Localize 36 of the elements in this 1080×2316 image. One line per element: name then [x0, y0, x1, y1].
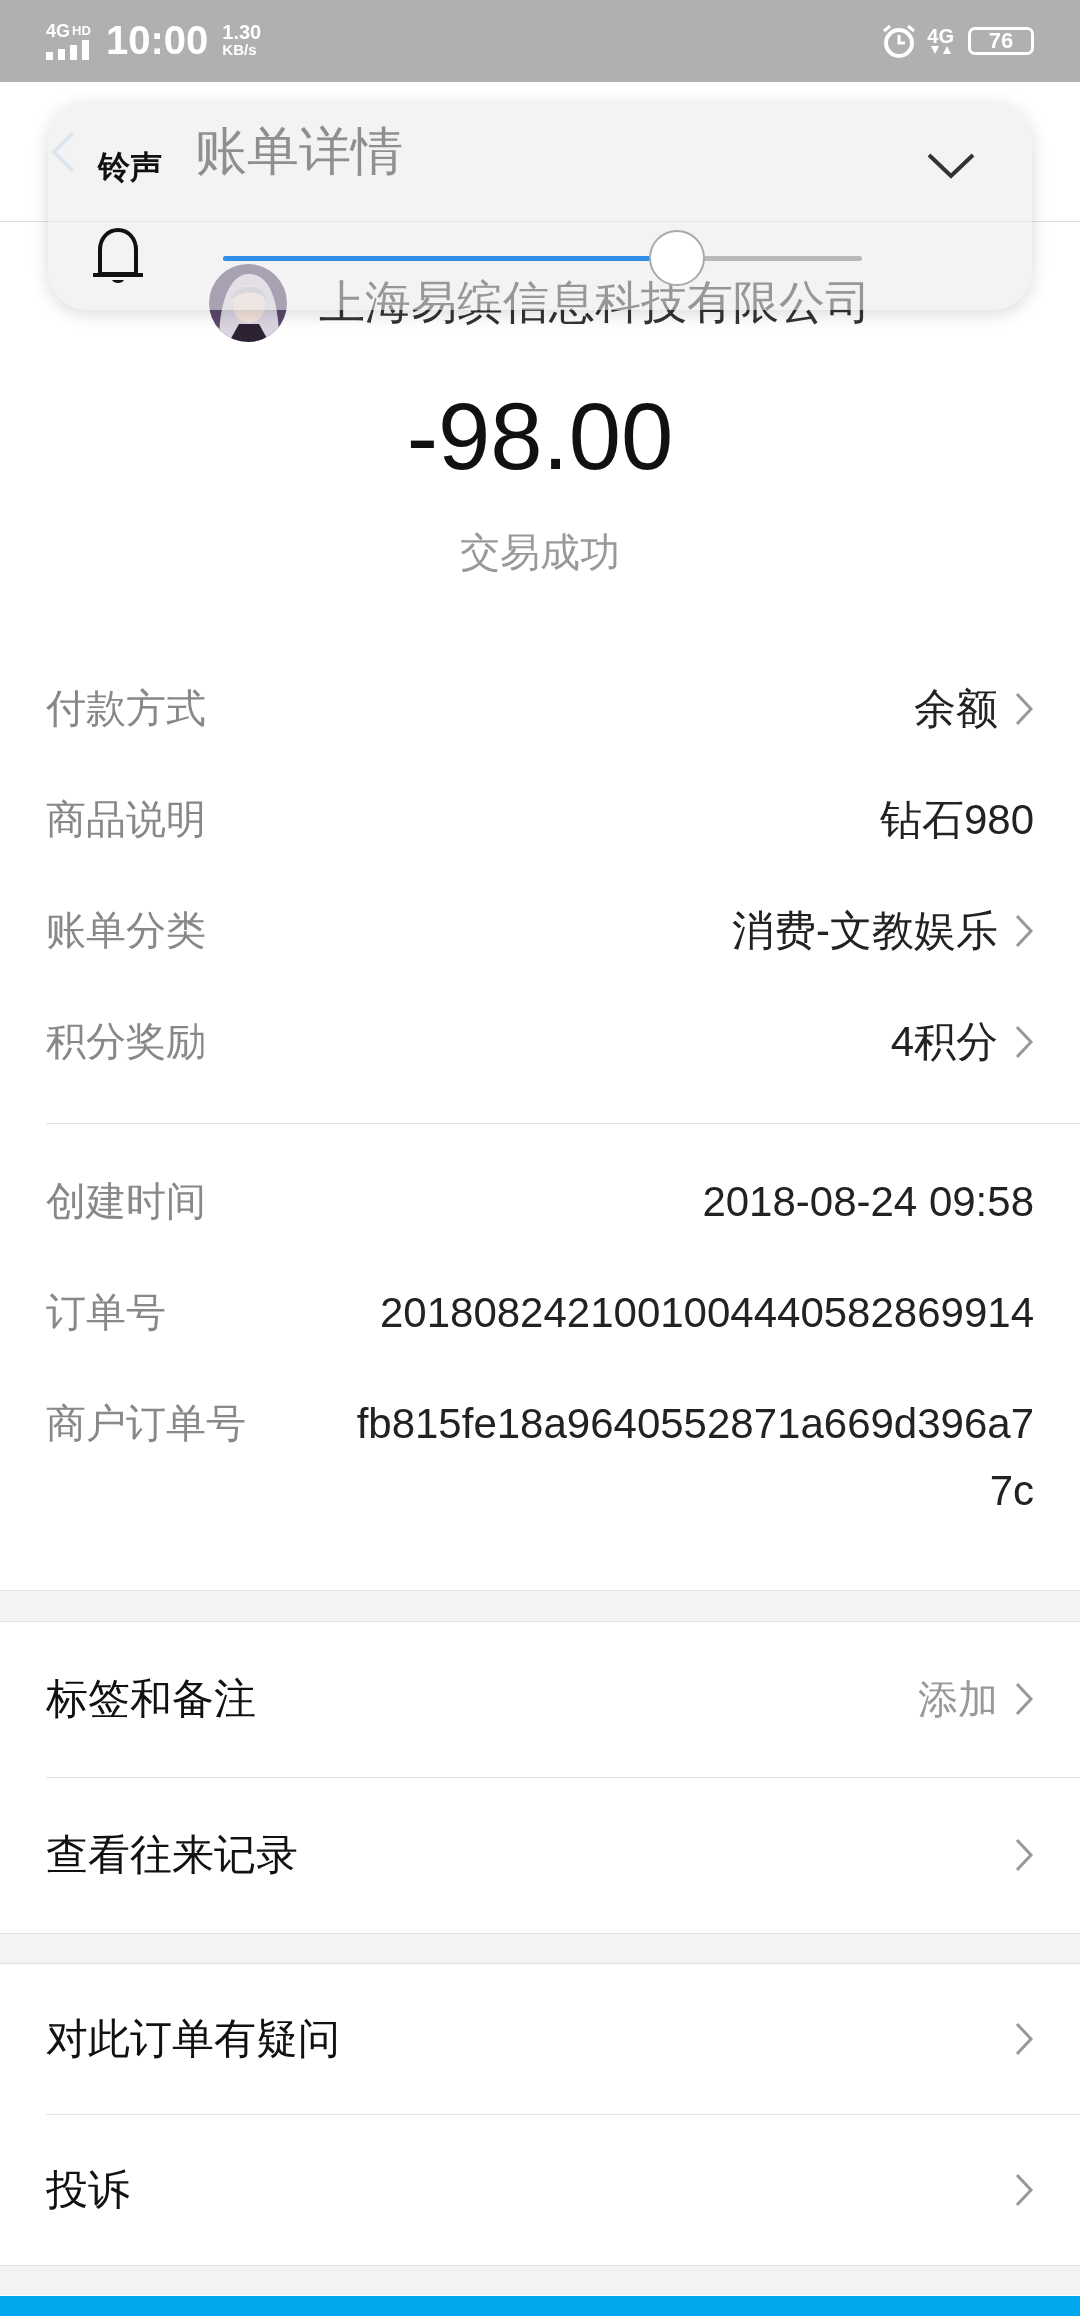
- detail-label: 订单号: [46, 1288, 166, 1338]
- detail-label: 创建时间: [46, 1177, 206, 1227]
- network-speed: 1.30: [222, 22, 262, 41]
- detail-label: 付款方式: [46, 684, 206, 734]
- detail-label: 积分奖励: [46, 1017, 206, 1067]
- detail-value: 2018082421001004440582869914: [379, 1288, 1034, 1339]
- alarm-icon: [881, 22, 918, 59]
- page-title: 账单详情: [195, 119, 403, 183]
- action-item[interactable]: 对此订单有疑问: [46, 2011, 1014, 2067]
- network-type: 4G: [927, 26, 954, 45]
- data-arrows-icon: [929, 44, 952, 55]
- battery-icon: 76: [968, 26, 1034, 55]
- detail-label: 商品说明: [46, 795, 206, 845]
- detail-value: fb815fe18a9640552871a669d396a7: [356, 1399, 1034, 1450]
- detail-value[interactable]: 消费-文教娱乐: [732, 897, 998, 965]
- signal-icon: [46, 39, 92, 60]
- detail-value[interactable]: 4积分: [890, 1008, 998, 1076]
- volume-label: 铃声: [98, 147, 162, 188]
- detail-value: 2018-08-24 09:58: [702, 1177, 1034, 1228]
- clock-time: 10:00: [106, 18, 209, 64]
- action-hint: 添加: [918, 1674, 998, 1724]
- network-type: 4G: [46, 21, 70, 40]
- detail-label: 商户订单号: [46, 1399, 246, 1449]
- action-item[interactable]: 查看往来记录: [46, 1827, 1014, 1884]
- transaction-status: 交易成功: [459, 528, 621, 578]
- hd-label: HD: [72, 21, 91, 40]
- collapse-icon[interactable]: [926, 152, 976, 180]
- merchant-name: 上海易缤信息科技有限公司: [319, 274, 871, 332]
- detail-label: 账单分类: [46, 906, 206, 956]
- speed-unit: KB/s: [222, 40, 258, 59]
- detail-value[interactable]: 余额: [914, 675, 998, 743]
- detail-value: 7c: [989, 1466, 1034, 1517]
- action-item[interactable]: 标签和备注: [46, 1671, 918, 1728]
- detail-value: 钻石980: [879, 795, 1034, 846]
- amount: -98.00: [405, 383, 675, 492]
- action-item[interactable]: 投诉: [46, 2162, 1014, 2219]
